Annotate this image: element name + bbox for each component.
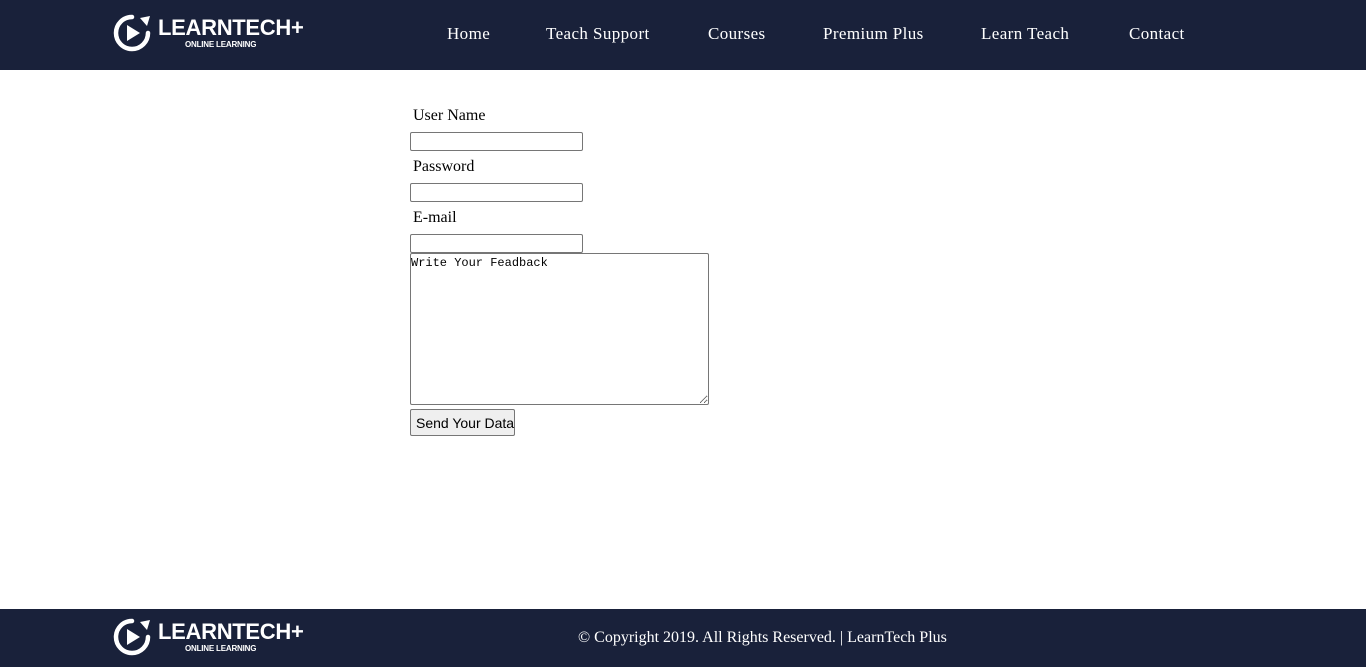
nav-item-premium-plus[interactable]: Premium Plus [823, 24, 924, 44]
feedback-textarea[interactable] [410, 253, 709, 405]
username-label: User Name [413, 107, 486, 124]
logo-title: LEARNTECH+ [158, 15, 304, 40]
site-header: LEARNTECH+ ONLINE LEARNING Home Teach Su… [0, 0, 1366, 70]
footer-logo[interactable]: LEARNTECH+ ONLINE LEARNING [113, 617, 313, 657]
nav-item-learn-teach[interactable]: Learn Teach [981, 24, 1069, 44]
email-label: E-mail [413, 209, 457, 226]
password-label: Password [413, 158, 475, 175]
site-footer: LEARNTECH+ ONLINE LEARNING © Copyright 2… [0, 609, 1366, 667]
copyright-text: © Copyright 2019. All Rights Reserved. |… [578, 629, 947, 646]
nav-item-courses[interactable]: Courses [708, 24, 766, 44]
play-circle-icon [113, 14, 151, 52]
site-logo[interactable]: LEARNTECH+ ONLINE LEARNING [113, 13, 313, 53]
footer-logo-title: LEARNTECH+ [158, 619, 304, 644]
play-circle-icon [113, 618, 151, 656]
footer-logo-tagline: ONLINE LEARNING [185, 644, 257, 653]
username-input[interactable] [410, 132, 583, 151]
logo-tagline: ONLINE LEARNING [185, 40, 257, 49]
nav-item-contact[interactable]: Contact [1129, 24, 1185, 44]
password-input[interactable] [410, 183, 583, 202]
email-input[interactable] [410, 234, 583, 253]
nav-item-home[interactable]: Home [447, 24, 490, 44]
send-data-button[interactable]: Send Your Data [410, 409, 515, 436]
nav-item-teach-support[interactable]: Teach Support [546, 24, 650, 44]
